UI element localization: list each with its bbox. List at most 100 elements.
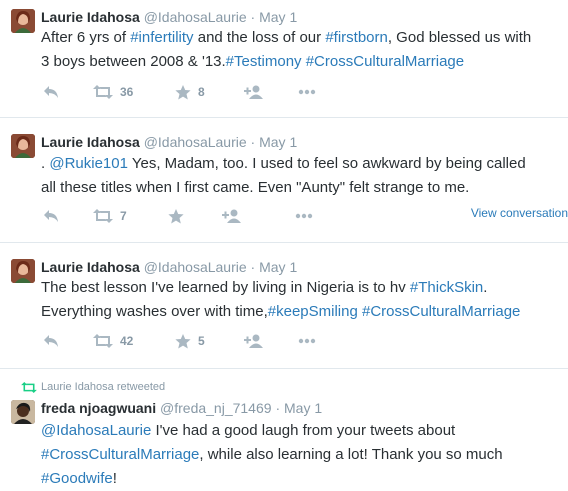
more-button[interactable]: [295, 206, 313, 226]
tweet-link[interactable]: @Rukie101: [49, 155, 128, 172]
tweet-text-segment: Yes, Madam, too. I used to feel so awkwa…: [127, 155, 526, 172]
timestamp[interactable]: May 1: [259, 259, 297, 275]
star-icon: [175, 84, 191, 99]
separator: ·: [250, 259, 256, 275]
separator: ·: [275, 400, 281, 416]
reply-icon: [44, 335, 58, 347]
tweet-link[interactable]: #ThickSkin: [410, 279, 483, 296]
retweet-icon: [93, 85, 113, 99]
timestamp[interactable]: May 1: [284, 400, 322, 416]
view-conversation-link[interactable]: View conversation: [471, 206, 568, 220]
favorite-count: 8: [198, 85, 205, 99]
tweet-text-line: #Goodwife!: [41, 467, 566, 491]
retweet-indicator-icon: [21, 381, 37, 393]
reply-button[interactable]: [43, 82, 59, 102]
tweet-feed: Laurie Idahosa @IdahosaLaurie · May 1 Af…: [0, 0, 568, 491]
author-name[interactable]: Laurie Idahosa: [41, 9, 140, 25]
favorite-button[interactable]: 8: [175, 82, 205, 102]
timestamp[interactable]: May 1: [259, 9, 297, 25]
follow-button[interactable]: [244, 331, 264, 351]
avatar[interactable]: [11, 259, 35, 283]
tweet-link[interactable]: #firstborn: [325, 29, 388, 46]
reply-icon: [44, 210, 58, 222]
avatar[interactable]: [11, 9, 35, 33]
tweet-text-segment: After 6 yrs of: [41, 29, 131, 46]
tweet-text-line: @IdahosaLaurie I've had a good laugh fro…: [41, 419, 566, 443]
timestamp[interactable]: May 1: [259, 134, 297, 150]
retweet-count: 42: [120, 334, 134, 348]
author-handle[interactable]: @IdahosaLaurie: [144, 259, 247, 275]
tweet-text: The best lesson I've learned by living i…: [41, 276, 566, 324]
tweet-link[interactable]: #infertility: [130, 29, 193, 46]
more-icon: [298, 89, 316, 95]
tweet-text-line: all these titles when I first came. Even…: [41, 176, 566, 200]
reply-button[interactable]: [43, 206, 59, 226]
tweet-header: Laurie Idahosa @IdahosaLaurie · May 1: [41, 134, 297, 150]
follow-icon: [244, 85, 263, 99]
author-handle[interactable]: @IdahosaLaurie: [144, 134, 247, 150]
tweet-text-segment: Everything washes over with time,: [41, 303, 268, 320]
tweet-text-segment: I've had a good laugh from your tweets a…: [151, 422, 456, 439]
tweet[interactable]: Laurie Idahosa retweeted freda njoagwuan…: [0, 369, 568, 491]
retweet-context: Laurie Idahosa retweeted: [11, 381, 165, 393]
separator: ·: [250, 9, 256, 25]
retweet-icon: [93, 334, 113, 348]
star-icon: [168, 208, 184, 223]
favorite-button[interactable]: 5: [175, 331, 205, 351]
author-name[interactable]: Laurie Idahosa: [41, 134, 140, 150]
tweet-text-line: After 6 yrs of #infertility and the loss…: [41, 26, 566, 50]
tweet-actions: 42 5: [41, 331, 561, 351]
author-handle[interactable]: @freda_nj_71469: [160, 400, 272, 416]
tweet-text-line: The best lesson I've learned by living i…: [41, 276, 566, 300]
more-button[interactable]: [298, 82, 316, 102]
tweet-link[interactable]: #Goodwife: [41, 470, 113, 487]
tweet-link[interactable]: @IdahosaLaurie: [41, 422, 151, 439]
tweet-text-segment: and the loss of our: [193, 29, 326, 46]
tweet-text: After 6 yrs of #infertility and the loss…: [41, 26, 566, 74]
retweet-count: 7: [120, 209, 127, 223]
tweet[interactable]: Laurie Idahosa @IdahosaLaurie · May 1 . …: [0, 118, 568, 243]
retweet-button[interactable]: 7: [93, 206, 127, 226]
tweet-text-segment: .: [483, 279, 488, 296]
tweet-link[interactable]: #CrossCulturalMarriage: [306, 53, 464, 70]
more-button[interactable]: [298, 331, 316, 351]
tweet-header: Laurie Idahosa @IdahosaLaurie · May 1: [41, 9, 297, 25]
follow-icon: [222, 209, 241, 223]
tweet-link[interactable]: #keepSmiling: [268, 303, 358, 320]
tweet-text-segment: The best lesson I've learned by living i…: [41, 279, 410, 296]
tweet-text-line: . @Rukie101 Yes, Madam, too. I used to f…: [41, 152, 566, 176]
author-handle[interactable]: @IdahosaLaurie: [144, 9, 247, 25]
tweet-text-line: #CrossCulturalMarriage, while also learn…: [41, 443, 566, 467]
follow-button[interactable]: [244, 82, 264, 102]
favorite-button[interactable]: [168, 206, 184, 226]
retweet-button[interactable]: 42: [93, 331, 133, 351]
tweet-text-segment: , God blessed us with: [387, 29, 532, 46]
tweet-text-line: Everything washes over with time,#keepSm…: [41, 300, 566, 324]
star-icon: [175, 333, 191, 348]
tweet[interactable]: Laurie Idahosa @IdahosaLaurie · May 1 Af…: [0, 0, 568, 118]
tweet-actions: 7 View conversation: [41, 206, 568, 226]
author-name[interactable]: Laurie Idahosa: [41, 259, 140, 275]
tweet-link[interactable]: #CrossCulturalMarriage: [362, 303, 520, 320]
tweet-text-segment: 3 boys between 2008 & '13.: [41, 53, 226, 70]
tweet-text-segment: !: [112, 470, 117, 487]
retweeted-by-label[interactable]: Laurie Idahosa retweeted: [41, 381, 165, 393]
tweet[interactable]: Laurie Idahosa @IdahosaLaurie · May 1 Th…: [0, 243, 568, 369]
follow-icon: [244, 334, 263, 348]
tweet-link[interactable]: #Testimony: [226, 53, 302, 70]
tweet-text-segment: all these titles when I first came. Even…: [41, 179, 470, 196]
favorite-count: 5: [198, 334, 205, 348]
avatar[interactable]: [11, 134, 35, 158]
tweet-text: . @Rukie101 Yes, Madam, too. I used to f…: [41, 152, 566, 200]
retweet-count: 36: [120, 85, 134, 99]
more-icon: [298, 338, 316, 344]
more-icon: [295, 213, 313, 219]
follow-button[interactable]: [222, 206, 242, 226]
tweet-text: @IdahosaLaurie I've had a good laugh fro…: [41, 419, 566, 491]
retweet-button[interactable]: 36: [93, 82, 133, 102]
tweet-text-line: 3 boys between 2008 & '13.#Testimony #Cr…: [41, 50, 566, 74]
author-name[interactable]: freda njoagwuani: [41, 400, 156, 416]
avatar[interactable]: [11, 400, 35, 424]
tweet-link[interactable]: #CrossCulturalMarriage: [41, 446, 199, 463]
reply-button[interactable]: [43, 331, 59, 351]
